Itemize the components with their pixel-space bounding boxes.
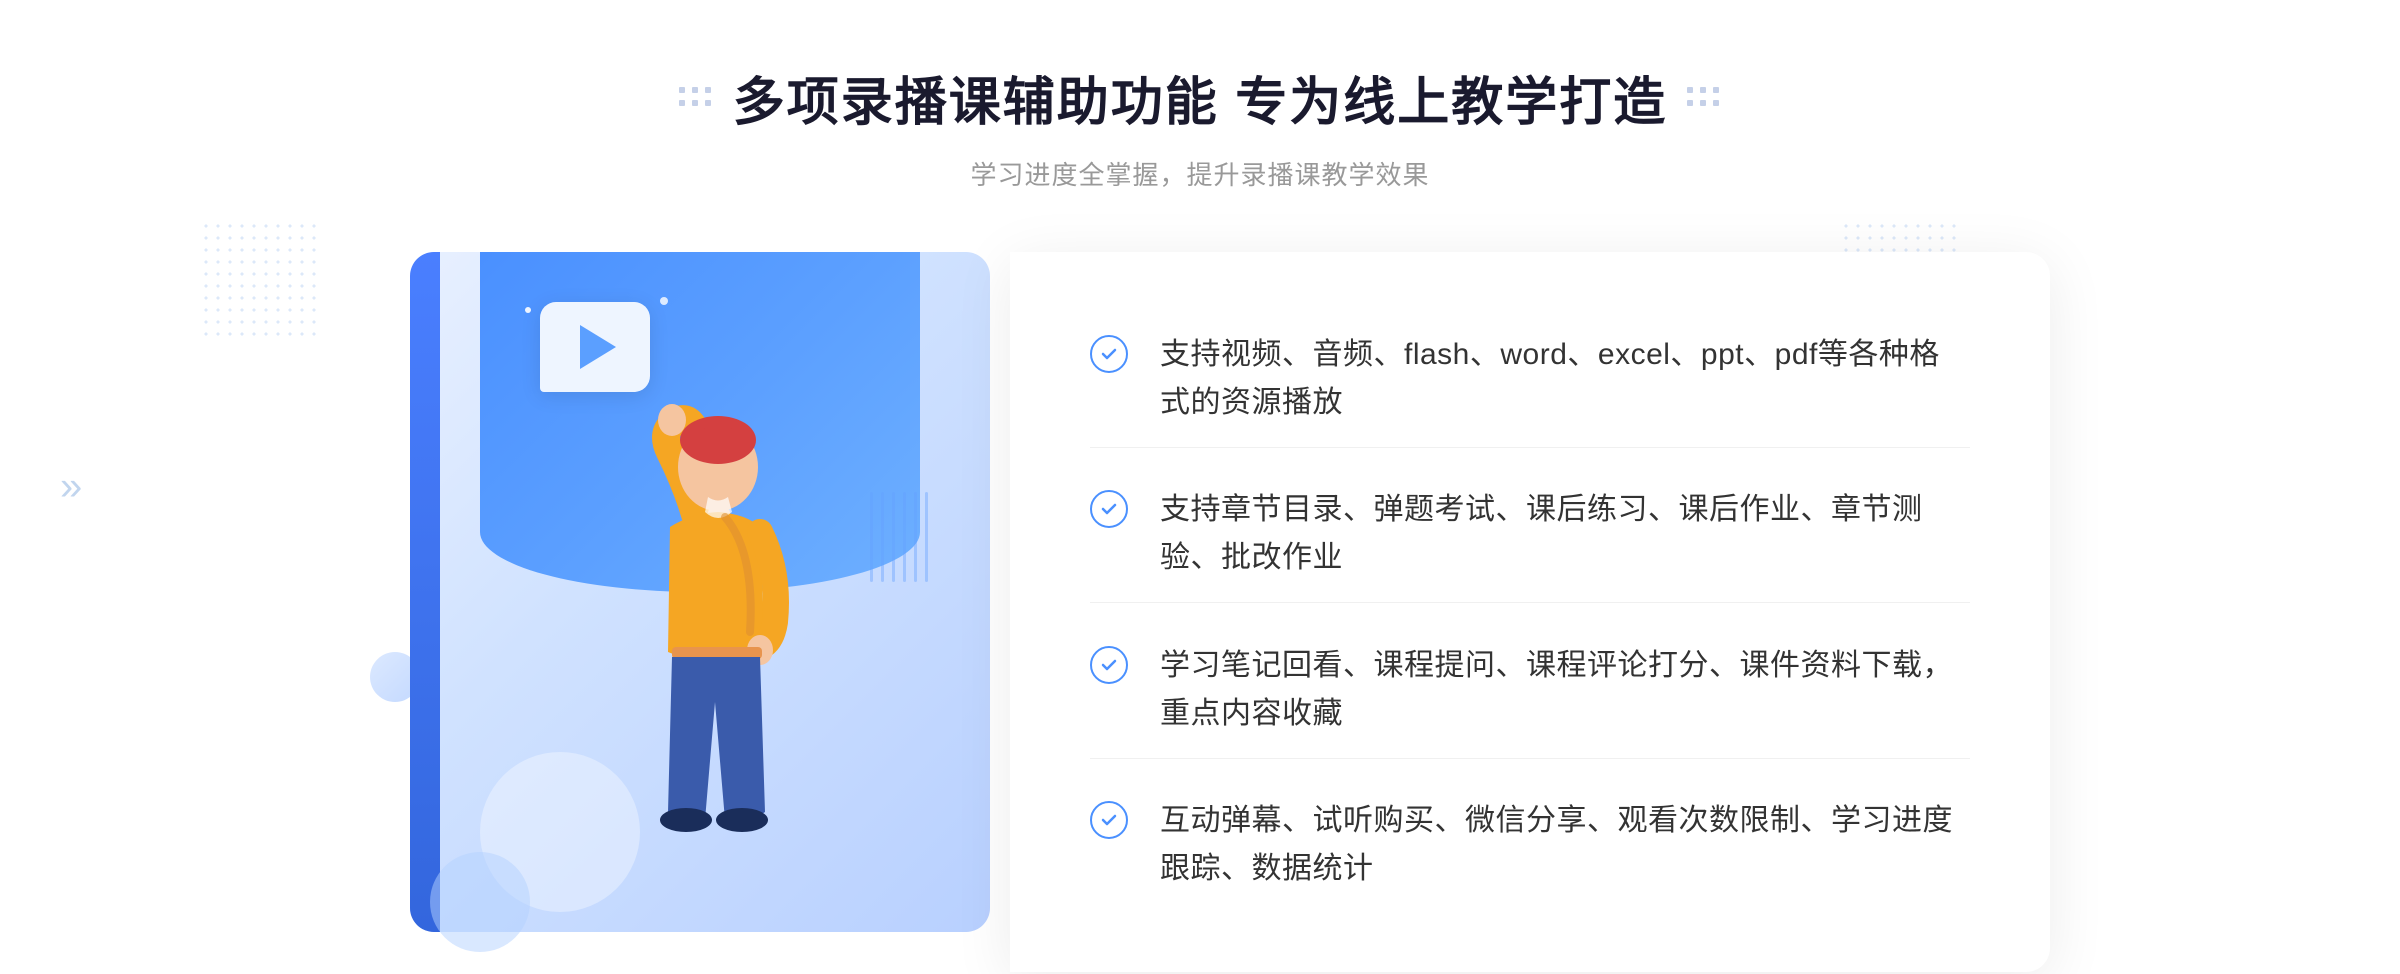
check-circle-2 (1090, 490, 1128, 528)
page-wrapper: » 多项录播课辅助功能 专为线上教学打造 学习进度全掌握，提升录播课教学效果 (0, 0, 2400, 974)
left-chevron-icon: » (60, 465, 82, 510)
check-circle-1 (1090, 335, 1128, 373)
stripe-decoration (870, 492, 950, 592)
main-title: 多项录播课辅助功能 专为线上教学打造 (733, 60, 1667, 135)
check-icon-2 (1090, 490, 1130, 530)
feature-text-1: 支持视频、音频、flash、word、excel、ppt、pdf等各种格式的资源… (1160, 331, 1970, 427)
feature-item-2: 支持章节目录、弹题考试、课后练习、课后作业、章节测验、批改作业 (1090, 466, 1970, 603)
feature-text-4: 互动弹幕、试听购买、微信分享、观看次数限制、学习进度跟踪、数据统计 (1160, 797, 1970, 893)
title-row: 多项录播课辅助功能 专为线上教学打造 (679, 60, 1721, 135)
features-area: 支持视频、音频、flash、word、excel、ppt、pdf等各种格式的资源… (1010, 252, 2050, 972)
check-icon-4 (1090, 801, 1130, 841)
feature-item-1: 支持视频、音频、flash、word、excel、ppt、pdf等各种格式的资源… (1090, 311, 1970, 448)
bg-dots-left (200, 220, 320, 340)
content-area: 支持视频、音频、flash、word、excel、ppt、pdf等各种格式的资源… (350, 252, 2050, 972)
feature-text-3: 学习笔记回看、课程提问、课程评论打分、课件资料下载，重点内容收藏 (1160, 642, 1970, 738)
illustration-area (350, 252, 1030, 972)
subtitle: 学习进度全掌握，提升录播课教学效果 (679, 155, 1721, 192)
feature-item-4: 互动弹幕、试听购买、微信分享、观看次数限制、学习进度跟踪、数据统计 (1090, 777, 1970, 913)
check-circle-4 (1090, 801, 1128, 839)
deco-circle-small (430, 852, 530, 952)
check-icon-3 (1090, 646, 1130, 686)
check-circle-3 (1090, 646, 1128, 684)
blue-left-bar (410, 252, 440, 932)
title-dots-right (1687, 87, 1721, 108)
feature-text-2: 支持章节目录、弹题考试、课后练习、课后作业、章节测验、批改作业 (1160, 486, 1970, 582)
header-section: 多项录播课辅助功能 专为线上教学打造 学习进度全掌握，提升录播课教学效果 (679, 60, 1721, 192)
title-dots-left (679, 87, 713, 108)
feature-item-3: 学习笔记回看、课程提问、课程评论打分、课件资料下载，重点内容收藏 (1090, 622, 1970, 759)
sparkle-1 (525, 307, 531, 313)
sparkle-2 (660, 297, 668, 305)
person-illustration (550, 352, 870, 932)
check-icon-1 (1090, 335, 1130, 375)
